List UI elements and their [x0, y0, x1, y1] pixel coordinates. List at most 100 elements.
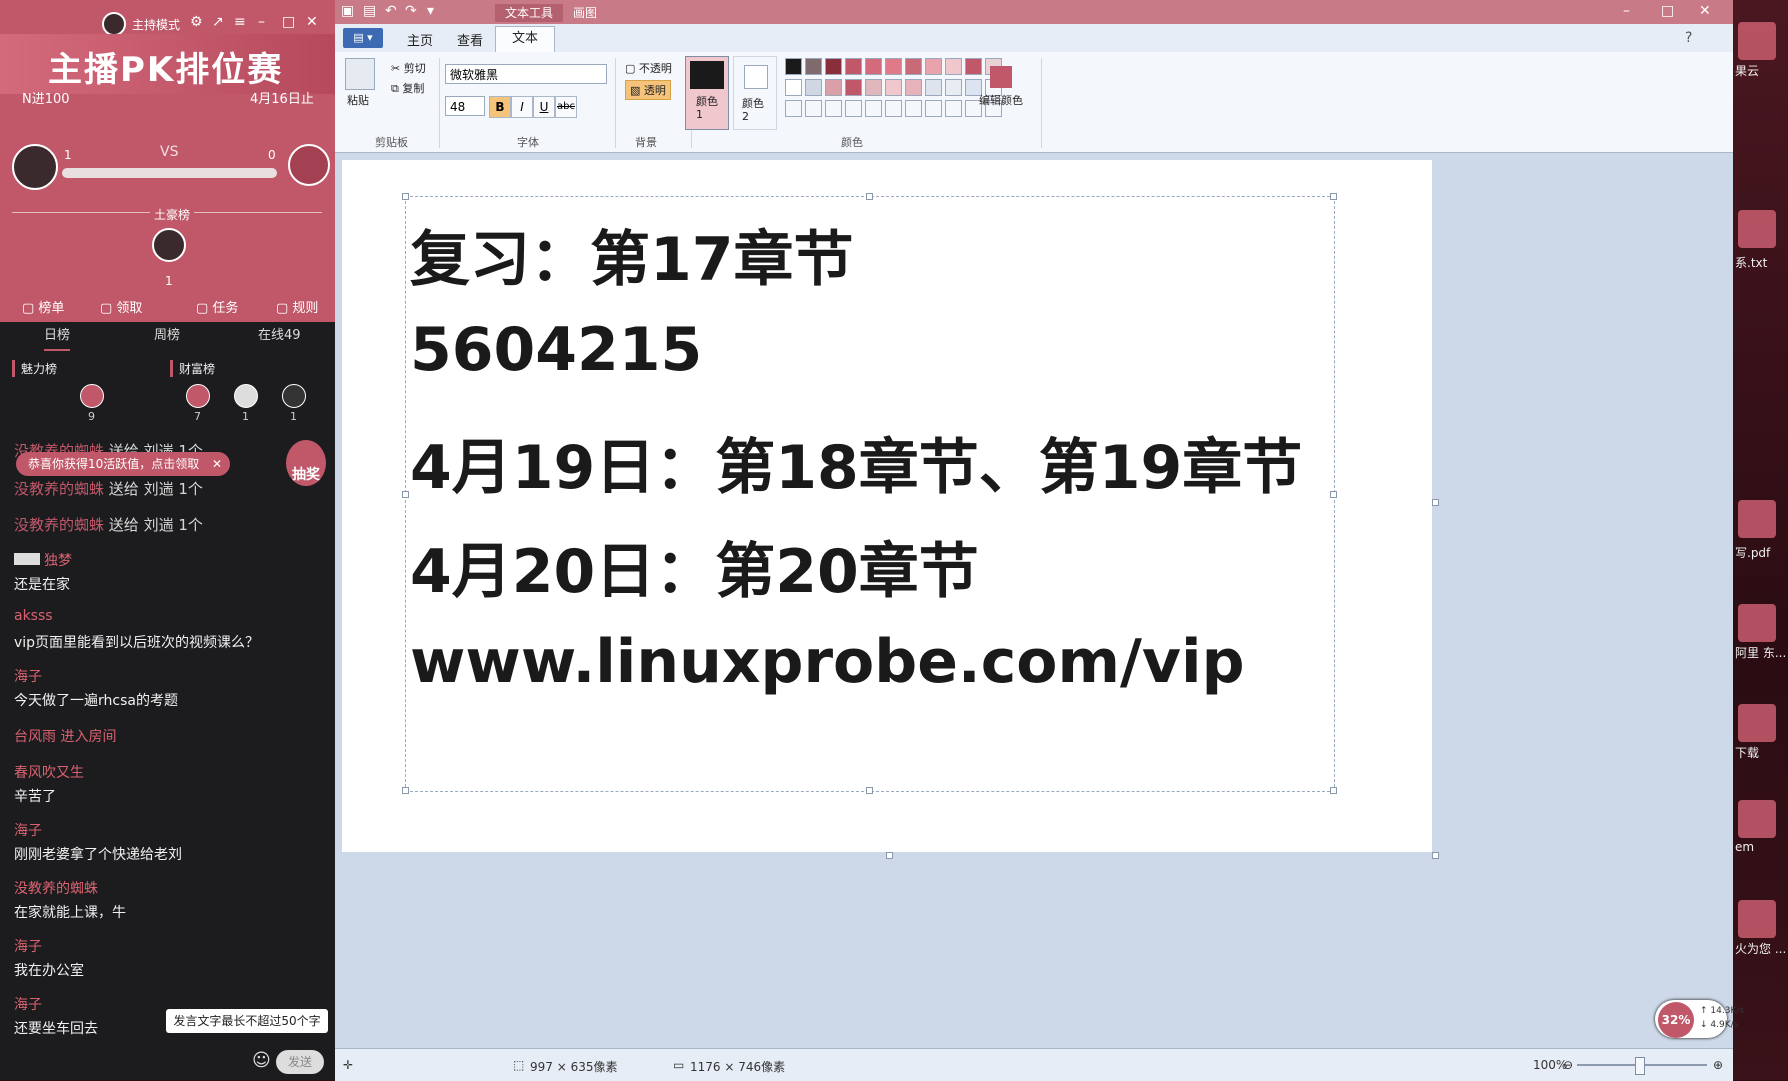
rank-avatar[interactable]	[234, 384, 258, 408]
color-swatch[interactable]	[885, 58, 902, 75]
color2-button[interactable]: 颜色 2	[733, 56, 777, 130]
resize-handle[interactable]	[402, 193, 409, 200]
strikethrough-button[interactable]: abc	[555, 96, 577, 118]
color-swatch[interactable]	[825, 100, 842, 117]
tab-daily[interactable]: 日榜	[44, 324, 71, 351]
close-icon[interactable]: ✕	[306, 14, 318, 30]
help-icon[interactable]: ?	[1685, 30, 1692, 46]
color1-button[interactable]: 颜色 1	[685, 56, 729, 130]
tab-rules[interactable]: ▢ 规则	[276, 297, 318, 316]
drawing-canvas[interactable]: 复习：第17章节 5604215 4月19日：第18章节、第19章节 4月20日…	[342, 160, 1432, 852]
redo-icon[interactable]: ↷	[405, 3, 417, 19]
top-donor-avatar[interactable]	[152, 228, 186, 262]
resize-handle[interactable]	[402, 491, 409, 498]
resize-handle[interactable]	[1330, 787, 1337, 794]
tab-tasks[interactable]: ▢ 任务	[196, 297, 238, 316]
resize-handle[interactable]	[1330, 491, 1337, 498]
chat-username[interactable]: 海子	[14, 820, 42, 840]
paint-app-icon[interactable]: ▣	[341, 3, 354, 19]
rank-avatar[interactable]	[186, 384, 210, 408]
color-swatch[interactable]	[945, 79, 962, 96]
chat-username[interactable]: 没教养的蜘蛛	[14, 878, 98, 898]
canvas-text-line[interactable]: 5604215	[410, 315, 702, 385]
canvas-text-line[interactable]: 4月20日：第20章节	[410, 523, 979, 610]
download-icon[interactable]	[1738, 704, 1776, 742]
zoom-in-icon[interactable]: ⊕	[1713, 1058, 1723, 1072]
chat-username[interactable]: 海子	[14, 994, 42, 1014]
gift-user[interactable]: 没教养的蜘蛛	[14, 516, 104, 534]
menu-icon[interactable]: ≡	[234, 14, 246, 30]
pdf-file-icon[interactable]	[1738, 500, 1776, 538]
app-icon[interactable]	[1738, 900, 1776, 938]
aliyun-icon[interactable]	[1738, 604, 1776, 642]
font-size-select[interactable]: 48	[445, 96, 485, 116]
canvas-resize-handle[interactable]	[1432, 499, 1439, 506]
chat-username[interactable]: 海子	[14, 666, 42, 686]
color-swatch[interactable]	[945, 58, 962, 75]
bold-button[interactable]: B	[489, 96, 511, 118]
color-swatch[interactable]	[925, 58, 942, 75]
minimize-icon[interactable]: –	[1623, 3, 1630, 19]
color-swatch[interactable]	[805, 79, 822, 96]
canvas-text-line[interactable]: 复习：第17章节	[410, 211, 854, 298]
send-button[interactable]: 发送	[276, 1050, 324, 1074]
zoom-out-icon[interactable]: ⊖	[1563, 1058, 1573, 1072]
save-icon[interactable]: ▤	[363, 3, 376, 19]
rank-avatar[interactable]	[80, 384, 104, 408]
copy-button[interactable]: ⧉ 复制	[391, 80, 424, 96]
color-swatch[interactable]	[845, 58, 862, 75]
edit-colors-button[interactable]: 编辑颜色	[971, 66, 1031, 108]
color-swatch[interactable]	[885, 79, 902, 96]
cpu-usage-badge[interactable]: 32%	[1658, 1002, 1694, 1038]
tab-leaderboard[interactable]: ▢ 榜单	[22, 297, 64, 316]
qat-dropdown-icon[interactable]: ▾	[427, 3, 434, 19]
file-menu-button[interactable]: ▤ ▾	[343, 28, 383, 48]
color-swatch[interactable]	[825, 58, 842, 75]
chat-username[interactable]: aksss	[14, 608, 53, 624]
color-swatch[interactable]	[925, 100, 942, 117]
tab-view[interactable]: 查看	[457, 30, 483, 49]
canvas-text-line[interactable]: 4月19日：第18章节、第19章节	[410, 419, 1302, 506]
resize-handle[interactable]	[402, 787, 409, 794]
streamer-avatar[interactable]	[12, 144, 58, 190]
lottery-button[interactable]: 抽奖	[286, 440, 326, 486]
font-family-select[interactable]: 微软雅黑	[445, 64, 607, 84]
close-icon[interactable]: ✕	[212, 452, 222, 476]
tab-text[interactable]: 文本	[495, 26, 556, 52]
color-swatch[interactable]	[905, 58, 922, 75]
color-swatch[interactable]	[845, 100, 862, 117]
chat-username[interactable]: 春风吹又生	[14, 762, 84, 782]
color-swatch[interactable]	[865, 100, 882, 117]
color-swatch[interactable]	[805, 100, 822, 117]
paste-button[interactable]: 粘贴	[347, 92, 369, 108]
underline-button[interactable]: U	[533, 96, 555, 118]
color-swatch[interactable]	[805, 58, 822, 75]
color-swatch[interactable]	[925, 79, 942, 96]
color-swatch[interactable]	[905, 79, 922, 96]
opaque-button[interactable]: ▢ 不透明	[625, 60, 672, 76]
resize-handle[interactable]	[1330, 193, 1337, 200]
color-swatch[interactable]	[865, 79, 882, 96]
share-icon[interactable]: ↗	[212, 14, 224, 30]
chat-username[interactable]: 海子	[14, 936, 42, 956]
tab-home[interactable]: 主页	[407, 30, 433, 49]
opponent-avatar[interactable]	[288, 144, 330, 186]
italic-button[interactable]: I	[511, 96, 533, 118]
settings-icon[interactable]: ⚙	[190, 14, 203, 30]
color-swatch[interactable]	[785, 100, 802, 117]
maximize-icon[interactable]: □	[1661, 3, 1674, 19]
app-icon[interactable]	[1738, 800, 1776, 838]
color-swatch[interactable]	[885, 100, 902, 117]
close-icon[interactable]: ✕	[1699, 3, 1711, 19]
text-box[interactable]: 复习：第17章节 5604215 4月19日：第18章节、第19章节 4月20日…	[402, 193, 1337, 794]
chat-username[interactable]: 独梦	[14, 550, 72, 570]
color-swatch[interactable]	[785, 79, 802, 96]
tab-weekly[interactable]: 周榜	[154, 324, 180, 343]
canvas-text-line[interactable]: www.linuxprobe.com/vip	[410, 627, 1245, 697]
reward-toast[interactable]: 恭喜你获得10活跃值，点击领取 ✕	[16, 452, 230, 476]
zoom-slider-thumb[interactable]	[1635, 1057, 1645, 1075]
desktop-app-icon[interactable]	[1738, 22, 1776, 60]
canvas-resize-handle[interactable]	[886, 852, 893, 859]
canvas-resize-handle[interactable]	[1432, 852, 1439, 859]
rank-avatar[interactable]	[282, 384, 306, 408]
